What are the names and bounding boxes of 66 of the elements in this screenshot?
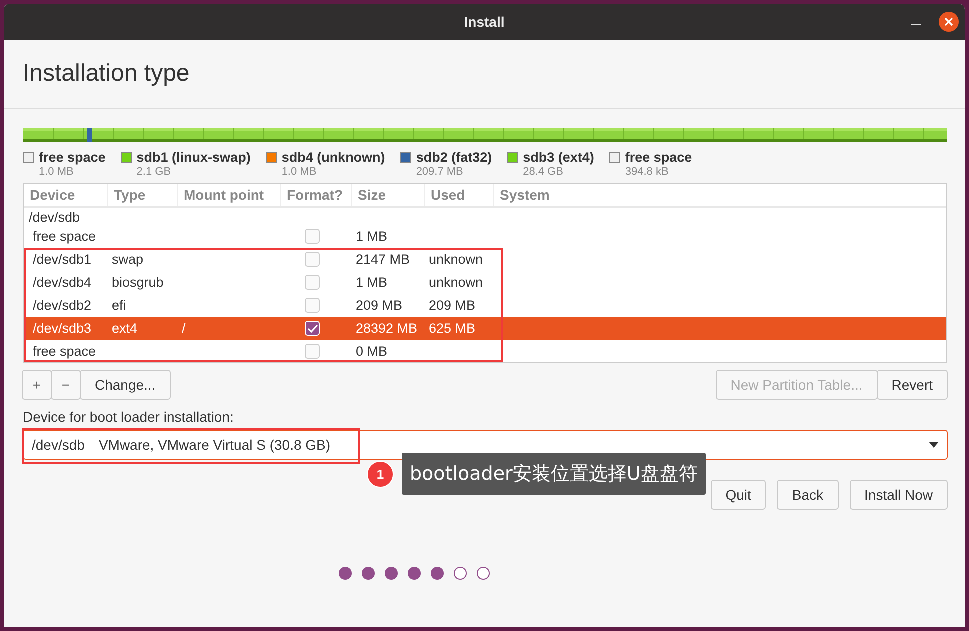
table-cell: 209 MB [429,298,476,313]
format-checkbox[interactable] [305,275,320,290]
table-cell-text: free space [32,228,98,246]
legend-size: 209.7 MB [416,166,464,179]
column-header[interactable]: Size [352,184,425,206]
close-icon[interactable] [939,12,959,32]
nav-button[interactable]: Back [777,480,839,510]
annotation-tooltip: bootloader安装位置选择U盘盘符 [402,453,706,495]
legend-size: 2.1 GB [136,166,172,179]
table-cell: biosgrub [112,275,164,290]
field-label: Device for boot loader installation: [23,409,235,425]
column-header[interactable]: Format? [281,184,352,206]
format-checkbox[interactable] [305,252,320,267]
partition-row[interactable]: free space 0 MB [24,340,946,363]
table-cell: unknown [429,275,484,290]
legend-label: sdb2 (fat32) [416,150,492,166]
table-cell: 1 MB [356,229,388,244]
table-cell: unknown [429,252,484,267]
column-header[interactable]: Type [108,184,178,206]
table-cell: swap [112,252,144,267]
partition-row[interactable]: /dev/sdb4 biosgrub 1 MB unknown [24,271,946,294]
column-header[interactable]: Device [24,184,108,206]
partition-row[interactable]: /dev/sdb1 swap 2147 MB unknown [24,248,946,271]
table-cell: efi [112,298,126,313]
window-title: Install [464,14,505,30]
column-header[interactable]: Mount point [178,184,281,206]
table-cell-text: /dev/sdb1 [32,251,93,269]
legend-label: sdb3 (ext4) [523,150,594,166]
format-checkbox[interactable] [305,298,320,313]
format-checkbox[interactable] [305,344,320,359]
table-cell-text: /dev/sdb2 [32,297,93,315]
table-cell: / [182,321,186,336]
table-cell-text: /dev/sdb4 [32,274,93,292]
annotation-number: 1 [367,460,394,488]
page-heading: Installation type [23,60,190,88]
table-cell: 625 MB [429,321,476,336]
legend-label: free space [39,150,106,166]
legend-label: free space [625,150,692,166]
partition-row[interactable]: /dev/sdb2 efi 209 MB 209 MB [24,294,946,317]
table-cell: 209 MB [356,298,403,313]
legend-size: 1.0 MB [282,166,318,179]
column-header[interactable]: Used [425,184,494,206]
partition-row[interactable]: free space 1 MB [24,225,946,248]
remove-button[interactable]: − [51,370,81,400]
column-header[interactable]: System [494,184,946,206]
legend-size: 394.8 kB [625,166,670,179]
format-checkbox[interactable] [305,229,320,244]
table-cell: /dev/sdb [29,210,80,225]
caret-icon [929,442,939,448]
table-cell: 2147 MB [356,252,410,267]
legend-label: sdb1 (linux-swap) [136,150,251,166]
legend-size: 1.0 MB [39,166,75,179]
table-cell-text: free space [32,343,98,361]
legend-label: sdb4 (unknown) [282,150,386,166]
table-cell: 1 MB [356,275,388,290]
add-button[interactable]: + [22,370,52,400]
legend-size: 28.4 GB [523,166,564,179]
table-cell: 0 MB [356,344,388,359]
table-cell: ext4 [112,321,138,336]
table-cell: 28392 MB [356,321,418,336]
nav-button[interactable]: Install Now [850,480,948,510]
partition-row[interactable]: /dev/sdb3 ext4 / 28392 MB 625 MB [24,317,946,340]
nav-button[interactable]: Quit [710,480,766,510]
table-cell-text: /dev/sdb3 [32,320,93,338]
change-button[interactable]: Change... [80,370,171,400]
revert-button[interactable]: Revert [876,370,948,400]
